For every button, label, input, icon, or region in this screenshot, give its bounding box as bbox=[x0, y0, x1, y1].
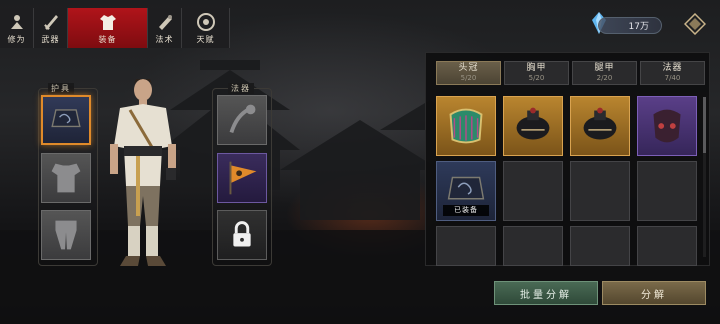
artifact-placeholder-icon bbox=[229, 104, 256, 134]
inventory-category-tabs: 头冠 5/20 胸甲 5/20 腿甲 2/20 法器 7/40 bbox=[436, 61, 705, 85]
tab-cultivation[interactable]: 修为 bbox=[0, 8, 34, 48]
inventory-item[interactable] bbox=[503, 96, 563, 156]
inventory-empty-slot[interactable] bbox=[503, 161, 563, 221]
robe-icon bbox=[99, 15, 116, 30]
tab-weapon[interactable]: 武器 bbox=[34, 8, 68, 48]
inventory-empty-slot[interactable] bbox=[503, 226, 563, 266]
scroll-icon bbox=[158, 15, 172, 30]
character-model bbox=[110, 79, 176, 266]
inventory-scrollbar-thumb[interactable] bbox=[703, 97, 706, 153]
category-tab-bar: 修为 武器 装备 法术 天赋 bbox=[0, 8, 230, 48]
inventory-tab-name: 腿甲 bbox=[594, 63, 615, 73]
inventory-tab-count: 5/20 bbox=[528, 74, 545, 82]
magic-slot-locked[interactable] bbox=[217, 210, 267, 260]
inventory-empty-slot[interactable] bbox=[637, 226, 697, 266]
helmet-item-icon bbox=[51, 109, 81, 128]
tab-talent[interactable]: 天赋 bbox=[182, 8, 230, 48]
inventory-tab-name: 头冠 bbox=[458, 63, 479, 73]
decompose-button[interactable]: 分解 bbox=[602, 281, 706, 305]
inventory-tab-name: 胸甲 bbox=[526, 63, 547, 73]
batch-decompose-button[interactable]: 批量分解 bbox=[494, 281, 598, 305]
armor-slot-legs[interactable] bbox=[41, 210, 91, 260]
inventory-tab-legs[interactable]: 腿甲 2/20 bbox=[572, 61, 637, 85]
tab-label: 法术 bbox=[155, 35, 174, 44]
currency-amount: 17万 bbox=[628, 22, 649, 32]
inventory-tab-count: 5/20 bbox=[460, 74, 477, 82]
inventory-item[interactable] bbox=[436, 96, 496, 156]
banner-flag-icon bbox=[229, 161, 257, 195]
black-crown-icon bbox=[583, 107, 617, 140]
magic-slot-1[interactable] bbox=[217, 95, 267, 145]
sword-icon bbox=[43, 15, 58, 30]
inventory-tab-crown[interactable]: 头冠 5/20 bbox=[436, 61, 501, 85]
inventory-tab-name: 法器 bbox=[662, 63, 683, 73]
black-crown-icon bbox=[516, 107, 550, 140]
inventory-tab-chest[interactable]: 胸甲 5/20 bbox=[504, 61, 569, 85]
currency-display: 17万 bbox=[598, 17, 662, 34]
inventory-empty-slot[interactable] bbox=[637, 161, 697, 221]
inventory-item[interactable] bbox=[570, 96, 630, 156]
lock-icon bbox=[233, 221, 251, 247]
inventory-item-equipped[interactable]: 已装备 bbox=[436, 161, 496, 221]
inventory-empty-slot[interactable] bbox=[570, 226, 630, 266]
meditation-icon bbox=[10, 15, 23, 29]
legs-placeholder-icon bbox=[55, 220, 77, 250]
armor-section-label: 护具 bbox=[48, 83, 74, 94]
inventory-panel: 头冠 5/20 胸甲 5/20 腿甲 2/20 法器 7/40 已装备 bbox=[425, 52, 710, 266]
armor-slot-chest[interactable] bbox=[41, 153, 91, 203]
tab-spell[interactable]: 法术 bbox=[148, 8, 182, 48]
tab-equipment[interactable]: 装备 bbox=[68, 8, 148, 48]
magic-slot-2[interactable] bbox=[217, 153, 267, 203]
chest-placeholder-icon bbox=[51, 163, 81, 193]
tab-label: 武器 bbox=[41, 35, 60, 44]
demon-mask-icon bbox=[653, 109, 681, 143]
talent-wheel-icon bbox=[196, 13, 215, 31]
equipped-tag: 已装备 bbox=[443, 205, 489, 216]
magic-section-label: 法器 bbox=[228, 83, 254, 94]
inventory-tab-count: 2/20 bbox=[596, 74, 613, 82]
jade-headband-icon bbox=[449, 108, 483, 144]
inventory-tab-artifact[interactable]: 法器 7/40 bbox=[640, 61, 705, 85]
inventory-item[interactable] bbox=[637, 96, 697, 156]
tab-label: 修为 bbox=[7, 35, 26, 44]
armor-slot-helmet[interactable] bbox=[41, 95, 91, 145]
inventory-tab-count: 7/40 bbox=[664, 74, 681, 82]
inventory-empty-slot[interactable] bbox=[570, 161, 630, 221]
tab-label: 天赋 bbox=[196, 35, 215, 44]
inventory-empty-slot[interactable] bbox=[436, 226, 496, 266]
tab-label: 装备 bbox=[98, 35, 117, 44]
menu-emblem-icon[interactable] bbox=[684, 13, 706, 35]
